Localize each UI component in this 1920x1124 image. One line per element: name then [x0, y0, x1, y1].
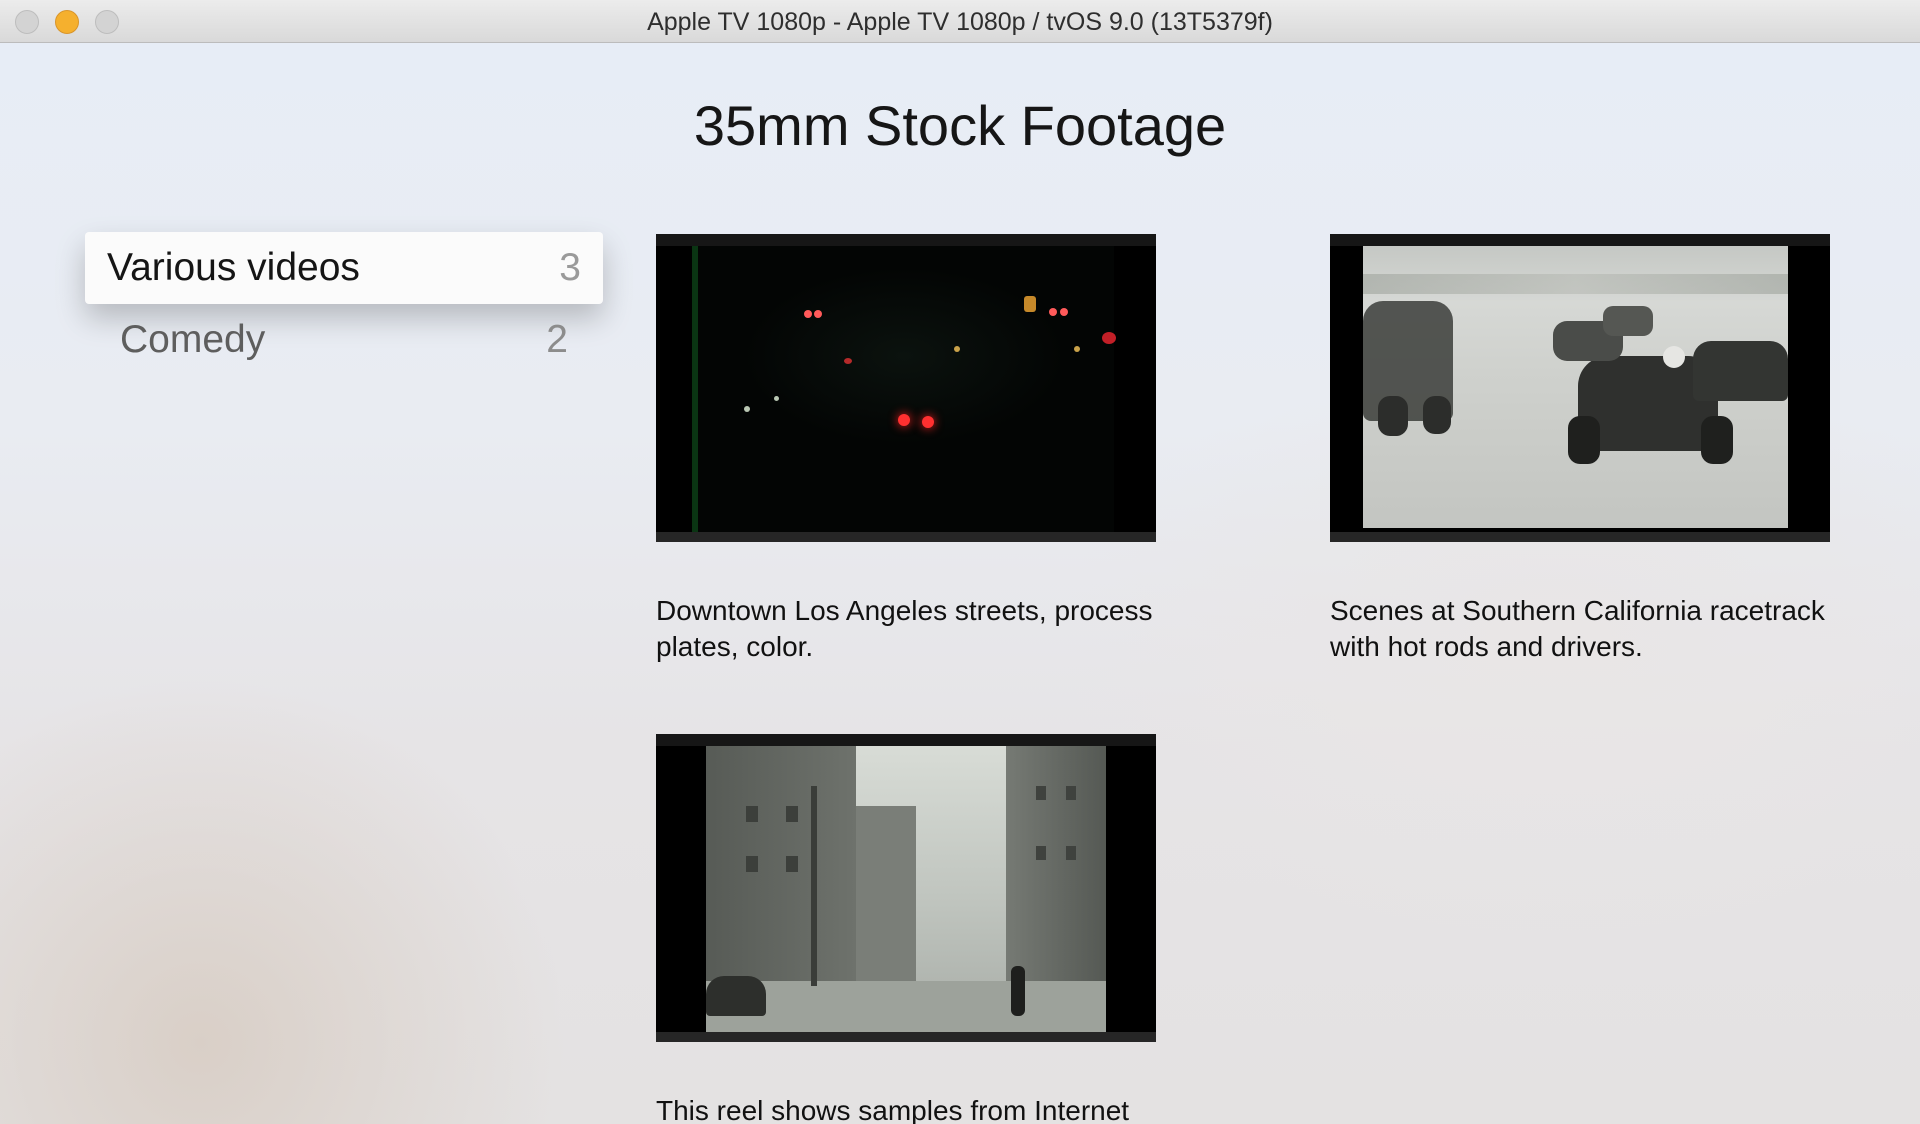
video-card[interactable]: Scenes at Southern California racetrack …: [1330, 234, 1830, 665]
video-caption: Downtown Los Angeles streets, process pl…: [656, 595, 1153, 662]
thumbnail-image-night-street: [692, 246, 1116, 532]
thumbnail-image-city-street: [706, 746, 1106, 1032]
window-title: Apple TV 1080p - Apple TV 1080p / tvOS 9…: [647, 8, 1273, 36]
page-title: 35mm Stock Footage: [693, 94, 1227, 157]
video-card[interactable]: This reel shows samples from Internet: [656, 734, 1156, 1124]
video-card[interactable]: Downtown Los Angeles streets, process pl…: [656, 234, 1156, 665]
thumbnail-image-racetrack: [1363, 246, 1788, 528]
sidebar-item-count: 2: [546, 318, 568, 361]
video-caption: This reel shows samples from Internet: [656, 1095, 1130, 1124]
sidebar-item-comedy[interactable]: Comedy 2: [85, 304, 603, 376]
video-thumbnail[interactable]: [1330, 234, 1830, 542]
category-sidebar: Various videos 3 Comedy 2: [85, 232, 603, 376]
video-caption: Scenes at Southern California racetrack …: [1330, 595, 1825, 662]
window-titlebar: Apple TV 1080p - Apple TV 1080p / tvOS 9…: [0, 0, 1920, 43]
tv-screen: 35mm Stock Footage Various videos 3 Come…: [0, 43, 1920, 1124]
sidebar-item-label: Comedy: [120, 318, 266, 361]
sidebar-item-count: 3: [559, 246, 581, 289]
video-thumbnail[interactable]: [656, 734, 1156, 1042]
sidebar-item-label: Various videos: [107, 246, 360, 289]
video-thumbnail[interactable]: [656, 234, 1156, 542]
sidebar-item-various-videos[interactable]: Various videos 3: [85, 232, 603, 304]
